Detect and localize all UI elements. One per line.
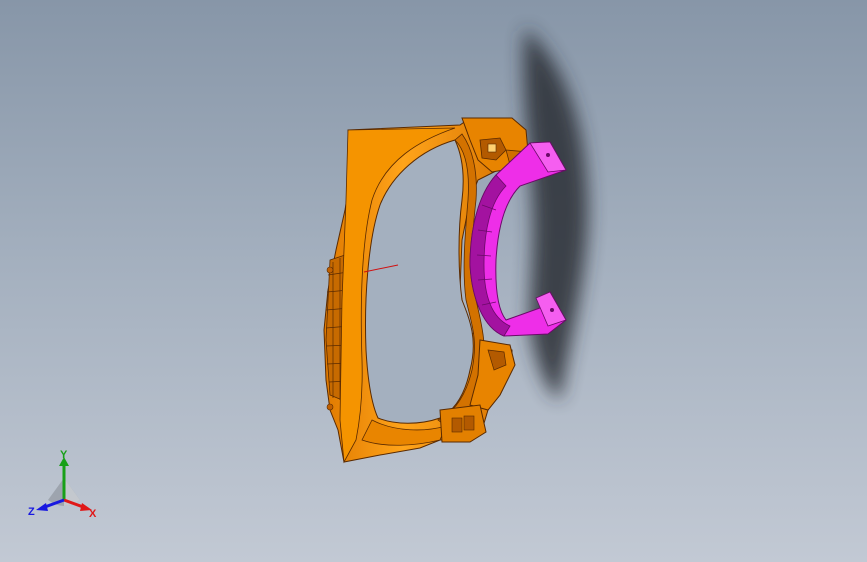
model-scene[interactable] — [0, 0, 867, 562]
3d-viewport[interactable]: Y X Z — [0, 0, 867, 562]
fan-shroud-part[interactable] — [323, 117, 531, 464]
y-axis-label: Y — [60, 449, 68, 461]
x-axis-label: X — [89, 508, 97, 520]
z-axis-label: Z — [28, 506, 35, 518]
model-shadow — [523, 28, 589, 400]
z-axis-arrow-icon — [36, 503, 48, 511]
orientation-triad[interactable]: Y X Z — [22, 448, 106, 524]
